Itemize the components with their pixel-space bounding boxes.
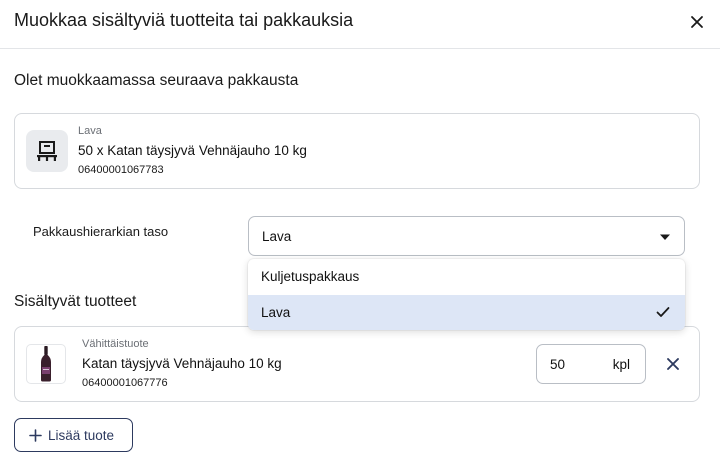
quantity-unit: kpl — [612, 357, 630, 372]
hierarchy-level-label: Pakkaushierarkian taso — [33, 224, 169, 239]
package-card: Lava 50 x Katan täysjyvä Vehnäjauho 10 k… — [14, 113, 700, 189]
caret-down-icon — [660, 234, 670, 240]
plus-icon — [29, 429, 42, 442]
quantity-value: 50 — [550, 357, 566, 372]
quantity-input[interactable]: 50 kpl — [536, 344, 646, 384]
hierarchy-selected-value: Lava — [262, 229, 292, 244]
add-product-label: Lisää tuote — [48, 428, 115, 443]
hierarchy-level-select[interactable]: Lava — [248, 216, 685, 256]
option-label: Kuljetuspakkaus — [261, 269, 360, 284]
option-label: Lava — [261, 305, 291, 320]
pallet-icon — [37, 141, 57, 161]
wine-bottle-icon — [41, 346, 51, 382]
package-thumbnail — [26, 130, 68, 172]
hierarchy-dropdown-menu: Kuljetuspakkaus Lava — [248, 259, 685, 330]
option-kuljetuspakkaus[interactable]: Kuljetuspakkaus — [248, 259, 685, 294]
close-icon[interactable] — [688, 13, 706, 31]
product-name: Katan täysjyvä Vehnäjauho 10 kg — [82, 356, 282, 371]
add-product-button[interactable]: Lisää tuote — [14, 418, 133, 452]
option-lava[interactable]: Lava — [248, 295, 685, 330]
product-ean: 06400001067776 — [82, 377, 168, 389]
editing-heading: Olet muokkaamassa seuraava pakkausta — [14, 72, 299, 89]
package-ean: 06400001067783 — [78, 164, 164, 176]
included-product-row: Vähittäistuote Katan täysjyvä Vehnäjauho… — [14, 326, 700, 402]
check-icon — [656, 307, 670, 317]
package-type: Lava — [78, 125, 102, 137]
dialog-header: Muokkaa sisältyviä tuotteita tai pakkauk… — [0, 0, 720, 49]
dialog-title: Muokkaa sisältyviä tuotteita tai pakkauk… — [14, 10, 354, 30]
contents-heading: Sisältyvät tuotteet — [14, 293, 137, 310]
product-type: Vähittäistuote — [82, 338, 149, 350]
remove-product-icon[interactable] — [666, 357, 680, 371]
product-thumbnail — [26, 344, 66, 384]
package-name: 50 x Katan täysjyvä Vehnäjauho 10 kg — [78, 143, 307, 158]
